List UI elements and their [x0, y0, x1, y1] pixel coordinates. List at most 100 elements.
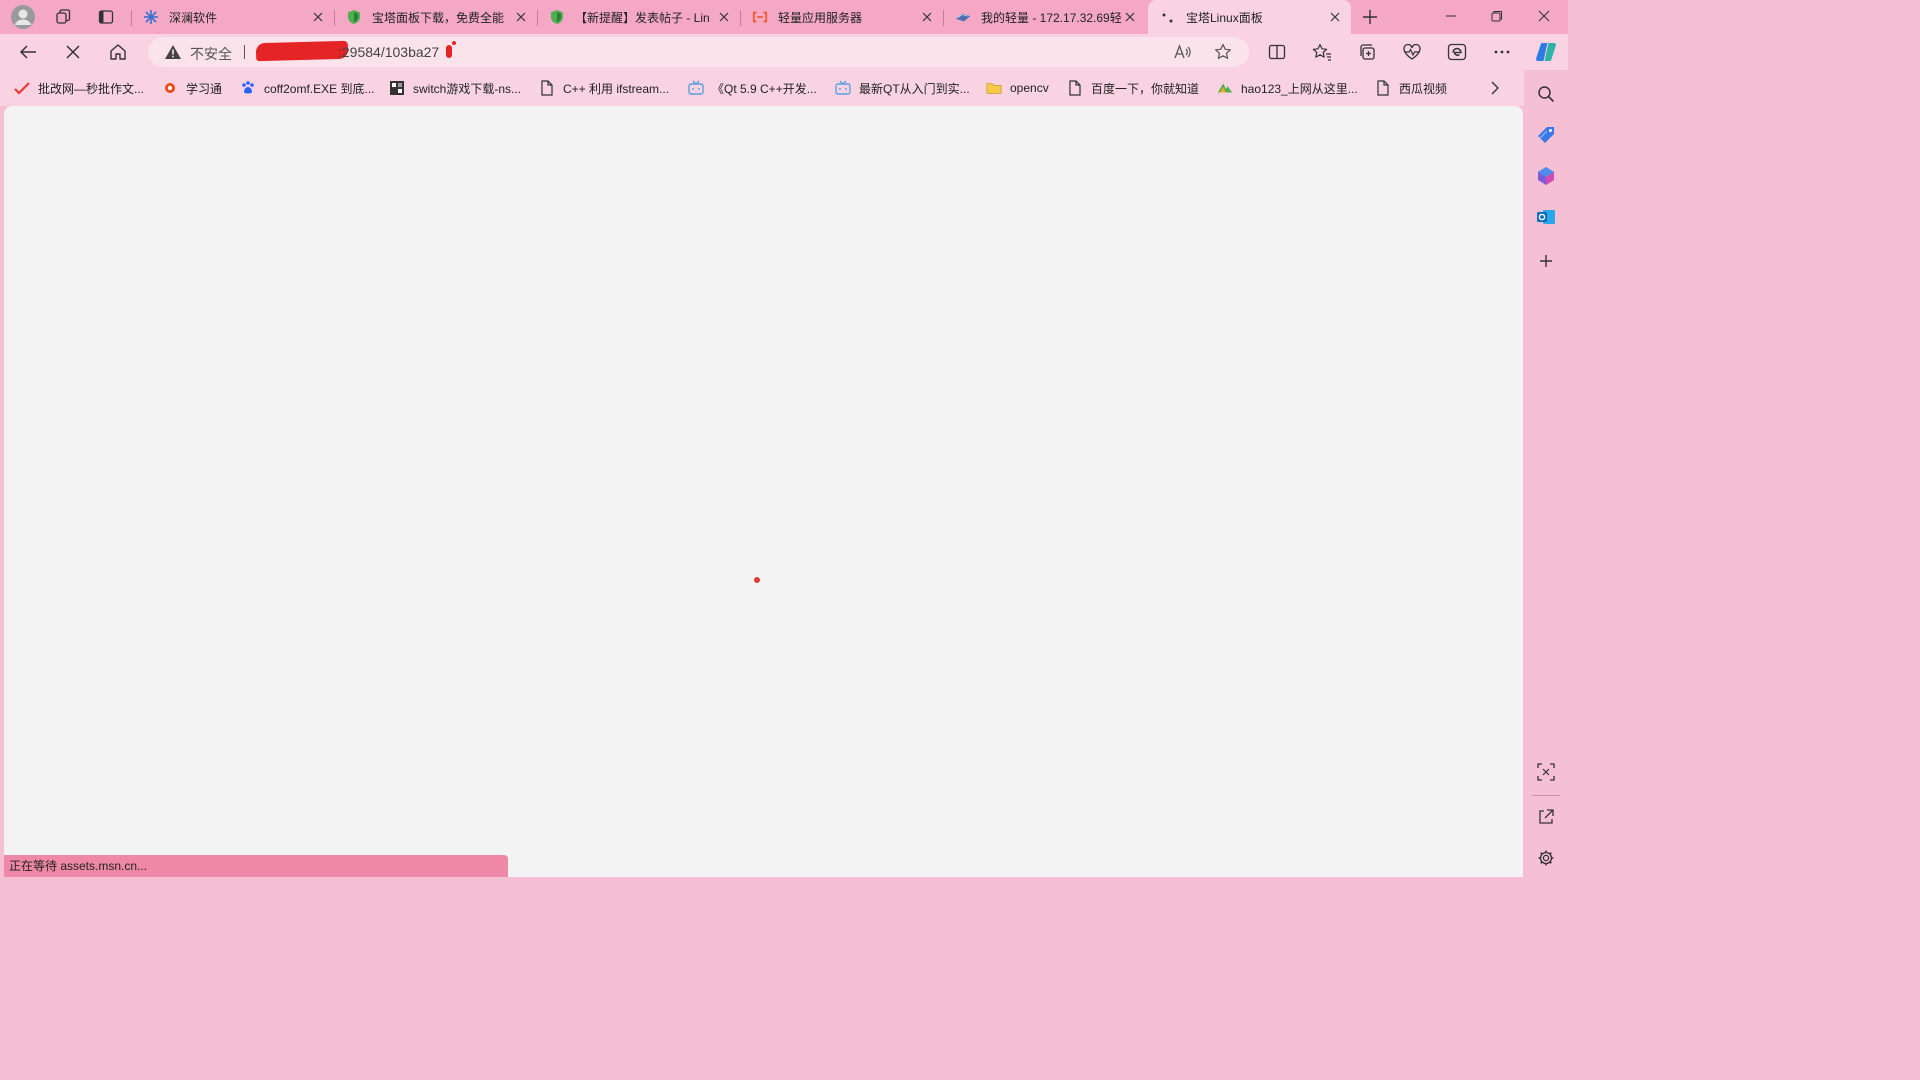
new-tab-button[interactable] [1355, 3, 1385, 31]
address-bar[interactable]: 不安全 :29584/103ba27 [148, 37, 1249, 67]
home-button[interactable] [102, 38, 134, 66]
chevron-right-icon [1491, 81, 1499, 95]
sidebar-settings-button[interactable] [1534, 846, 1558, 870]
stop-loading-button[interactable] [57, 38, 89, 66]
bookmark-item[interactable]: hao123_上网从这里... [1217, 79, 1358, 97]
collections-button[interactable] [1351, 38, 1383, 66]
favorites-list-icon [1312, 43, 1331, 61]
close-tab-icon[interactable] [1122, 9, 1138, 25]
tab-6-active[interactable]: 宝塔Linux面板 [1148, 0, 1351, 34]
sidebar-shopping-button[interactable] [1534, 123, 1558, 147]
split-screen-button[interactable] [1261, 38, 1293, 66]
bookmark-item[interactable]: 最新QT从入门到实... [835, 79, 970, 97]
sidebar-outlook-button[interactable] [1534, 205, 1558, 229]
minimize-icon [1446, 15, 1456, 17]
extensions-button[interactable] [1441, 38, 1473, 66]
workspaces-button[interactable] [48, 3, 78, 31]
close-tab-icon[interactable] [310, 9, 326, 25]
close-tab-icon[interactable] [1327, 9, 1343, 25]
read-aloud-icon[interactable] [1172, 42, 1194, 62]
bookmark-label: switch游戏下载-ns... [413, 81, 522, 96]
minimize-button[interactable] [1428, 0, 1474, 32]
window-bottom-edge [0, 877, 1524, 882]
more-bookmarks-button[interactable] [1490, 79, 1500, 97]
favorite-star-icon[interactable] [1212, 42, 1234, 62]
sidebar-search-button[interactable] [1534, 82, 1558, 106]
bookmark-label: 《Qt 5.9 C++开发... [712, 81, 817, 96]
bookmark-item[interactable]: coff2omf.EXE 到底... [240, 79, 375, 97]
bookmark-item[interactable]: C++ 利用 ifstream... [539, 79, 669, 97]
screenshot-icon [1537, 763, 1555, 781]
favorites-button[interactable] [1306, 38, 1338, 66]
tab-divider [537, 10, 538, 26]
open-in-window-button[interactable] [1534, 805, 1558, 829]
page-icon [1067, 80, 1083, 96]
tab-3[interactable]: 【新提醒】发表帖子 - Lin [537, 2, 740, 32]
screenshot-button[interactable] [1534, 760, 1558, 784]
restore-button[interactable] [1474, 0, 1520, 32]
bookmark-item[interactable]: 学习通 [162, 79, 222, 97]
shield-icon [346, 9, 362, 25]
bookmark-item[interactable]: 西瓜视频 [1375, 79, 1447, 97]
tab-divider [334, 10, 335, 26]
page-viewport[interactable] [4, 106, 1523, 877]
check-icon [14, 80, 30, 96]
loading-indicator [754, 577, 760, 583]
restore-icon [1491, 11, 1502, 22]
split-screen-icon [1268, 44, 1286, 60]
folder-icon [986, 80, 1002, 96]
tab-strip: 深澜软件 宝塔面板下载，免费全能 【新提醒】发表帖子 - Lin 轻量应用服务器… [0, 0, 1568, 34]
close-tab-icon[interactable] [919, 9, 935, 25]
tab-divider [131, 10, 132, 26]
back-button[interactable] [12, 38, 44, 66]
external-link-icon [1539, 809, 1554, 824]
bookmark-item[interactable]: 《Qt 5.9 C++开发... [688, 79, 817, 97]
bookmark-label: 西瓜视频 [1399, 81, 1448, 96]
copilot-apps-icon [1538, 167, 1554, 185]
tab-1[interactable]: 深澜软件 [131, 2, 334, 32]
sidebar-games-button[interactable] [1534, 164, 1558, 188]
cloud-bracket-icon [752, 9, 768, 25]
tab-title: 轻量应用服务器 [778, 10, 863, 25]
tab-title: 宝塔面板下载，免费全能 [372, 10, 505, 25]
close-tab-icon[interactable] [513, 9, 529, 25]
profile-avatar[interactable] [8, 3, 38, 31]
bookmark-item[interactable]: 百度一下，你就知道 [1067, 79, 1199, 97]
warning-icon[interactable] [164, 44, 182, 63]
tab-title: 深澜软件 [169, 10, 218, 25]
status-bar: 正在等待 assets.msn.cn... [4, 855, 508, 877]
redaction-mark [452, 41, 456, 45]
url-text[interactable]: :29584/103ba27 [338, 44, 439, 60]
close-window-button[interactable] [1521, 0, 1567, 32]
bookmark-label: opencv [1010, 81, 1049, 95]
tab-5[interactable]: 我的轻量 - 172.17.32.69轻 [943, 2, 1146, 32]
copilot-button[interactable] [1530, 38, 1562, 66]
loading-dots-icon [1160, 9, 1176, 25]
tab-2[interactable]: 宝塔面板下载，免费全能 [334, 2, 537, 32]
bookmark-item[interactable]: 批改网—秒批作文... [14, 79, 144, 97]
navigation-toolbar: 不安全 :29584/103ba27 [0, 34, 1568, 70]
copilot-icon [1536, 42, 1556, 62]
heartbeat-icon [1403, 43, 1421, 60]
tab-title: 【新提醒】发表帖子 - Lin [575, 10, 710, 25]
bookmark-label: 学习通 [186, 81, 223, 96]
tab-actions-button[interactable] [91, 3, 121, 31]
back-arrow-icon [19, 45, 36, 59]
redaction-mark [255, 40, 349, 62]
tab-4[interactable]: 轻量应用服务器 [740, 2, 943, 32]
more-menu-button[interactable] [1486, 38, 1518, 66]
bookmarks-bar: 批改网—秒批作文... 学习通 coff2omf.EXE 到底... switc… [0, 70, 1524, 106]
tab-divider [943, 10, 944, 26]
bookmark-item[interactable]: switch游戏下载-ns... [389, 79, 521, 97]
browser-essentials-button[interactable] [1396, 38, 1428, 66]
security-label[interactable]: 不安全 [190, 44, 232, 64]
server-icon [955, 9, 971, 25]
tv-icon [835, 80, 851, 96]
bookmark-folder[interactable]: opencv [986, 79, 1049, 97]
close-tab-icon[interactable] [716, 9, 732, 25]
bookmark-label: coff2omf.EXE 到底... [264, 81, 375, 96]
tab-title: 我的轻量 - 172.17.32.69轻 [981, 10, 1122, 25]
grid-logo-icon [389, 80, 405, 96]
bookmark-label: C++ 利用 ifstream... [563, 81, 670, 96]
sidebar-add-button[interactable] [1534, 249, 1558, 273]
